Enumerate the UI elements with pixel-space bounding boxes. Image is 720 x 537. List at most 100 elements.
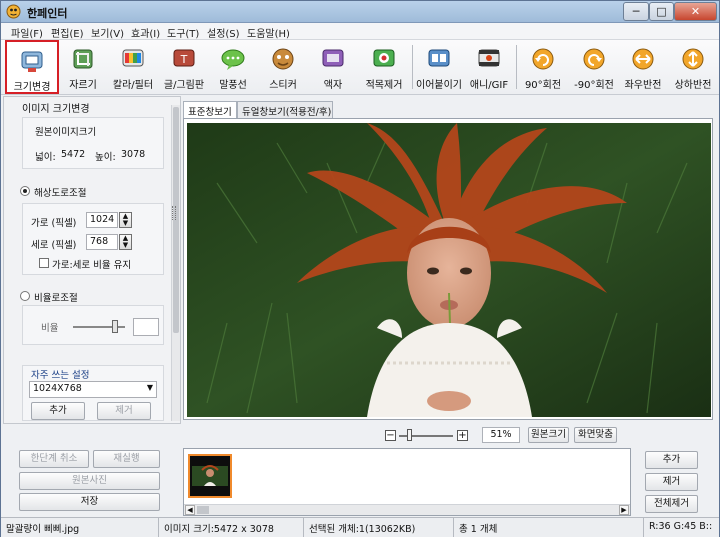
zoom-out-button[interactable]: − — [385, 430, 396, 441]
tab-standard-view[interactable]: 표준창보기 — [183, 101, 237, 119]
tool-flip-vertical[interactable]: 상하반전 — [669, 40, 717, 94]
menu-effect[interactable]: 효과(I) — [131, 25, 160, 40]
tool-label: 이어붙이기 — [416, 80, 462, 91]
preset-remove-button[interactable]: 제거 — [97, 402, 151, 420]
width-px-label: 가로 (픽셀) — [31, 218, 77, 229]
splitter-handle[interactable] — [172, 206, 176, 220]
fit-screen-button[interactable]: 화면맞춤 — [574, 427, 617, 443]
thumbnail-scroll-thumb[interactable] — [197, 506, 209, 514]
tool-resize[interactable]: 크기변경 — [5, 40, 59, 94]
presets-box: 자주 쓰는 설정 1024X768 ▼ 추가 제거 — [22, 365, 164, 421]
presets-dropdown[interactable]: 1024X768 ▼ — [29, 381, 157, 398]
maximize-button[interactable]: □ — [649, 2, 674, 21]
status-filename: 말괄량이 삐삐.jpg — [1, 518, 159, 537]
ratio-slider-label: 비율 — [41, 323, 59, 334]
tool-speech-bubble[interactable]: 말풍선 — [211, 40, 255, 94]
ratio-value-box[interactable] — [133, 318, 159, 336]
tool-red-eye[interactable]: 적목제거 — [359, 40, 409, 94]
toolbar: 크기변경 자르기 칼라/필터 T 글/그림판 말풍선 스티커 액자 적목제거 이… — [1, 40, 719, 95]
tool-color-filter[interactable]: 칼라/필터 — [107, 40, 159, 94]
thumb-remove-button[interactable]: 제거 — [645, 473, 698, 491]
zoom-slider-thumb[interactable] — [406, 429, 412, 441]
thumb-remove-all-button[interactable]: 전체제거 — [645, 495, 698, 513]
original-photo-button[interactable]: 원본사진 — [19, 472, 160, 490]
status-image-size: 이미지 크기:5472 x 3078 — [159, 518, 304, 537]
width-spinner[interactable]: ▲ ▼ — [119, 212, 132, 228]
menu-help[interactable]: 도움말(H) — [247, 25, 290, 40]
presets-title: 자주 쓰는 설정 — [31, 370, 90, 381]
tab-dual-view[interactable]: 듀얼창보기(적용전/후) — [237, 101, 333, 118]
tool-label: 좌우반전 — [624, 80, 662, 91]
thumbnail-strip: ◀ ▶ — [183, 448, 631, 516]
menu-settings[interactable]: 설정(S) — [207, 25, 240, 40]
menu-file[interactable]: 파일(F) — [11, 25, 43, 40]
crop-icon — [73, 49, 93, 69]
ratio-box: 비율 — [22, 305, 164, 345]
photo-preview — [187, 123, 711, 417]
image-viewer[interactable] — [183, 118, 713, 420]
menu-view[interactable]: 보기(V) — [91, 25, 124, 40]
thumbnail-scrollbar[interactable]: ◀ ▶ — [184, 504, 630, 515]
tool-label: 액자 — [323, 80, 343, 91]
chevron-down-icon: ▼ — [146, 383, 153, 392]
preset-add-button[interactable]: 추가 — [31, 402, 85, 420]
tool-rotate-minus-90[interactable]: -90°회전 — [570, 40, 618, 94]
thumbnail-item[interactable] — [188, 454, 232, 498]
menu-bar: 파일(F) 편집(E) 보기(V) 효과(I) 도구(T) 설정(S) 도움말(… — [1, 23, 719, 40]
original-width-label: 넓이: — [35, 152, 56, 163]
ratio-slider-thumb[interactable] — [111, 320, 118, 333]
zoom-in-button[interactable]: + — [457, 430, 468, 441]
tool-flip-horizontal[interactable]: 좌우반전 — [620, 40, 666, 94]
tool-label: 크기변경 — [13, 82, 51, 93]
scroll-right-icon[interactable]: ▶ — [619, 505, 629, 515]
window-title: 한페인터 — [27, 7, 68, 20]
undo-button[interactable]: 한단계 취소 — [19, 450, 89, 468]
svg-text:T: T — [180, 53, 188, 66]
title-bar[interactable]: 한페인터 ─ □ ✕ — [1, 1, 719, 23]
height-input[interactable]: 768 — [86, 234, 118, 250]
original-width-value: 5472 — [61, 149, 86, 160]
minimize-button[interactable]: ─ — [623, 2, 649, 21]
sticker-icon — [272, 48, 294, 70]
ratio-radio[interactable] — [20, 291, 30, 301]
presets-selected: 1024X768 — [33, 383, 82, 394]
scroll-left-icon[interactable]: ◀ — [185, 505, 195, 515]
tool-sticker[interactable]: 스티커 — [261, 40, 305, 94]
resolution-box: 가로 (픽셀) 1024 ▲ ▼ 세로 (픽셀) 768 ▲ ▼ 가로:세로 비율 … — [22, 203, 164, 275]
status-total: 총 1 개체 — [454, 518, 644, 537]
original-size-box: 원본이미지크기 넓이: 5472 높이: 3078 — [22, 117, 164, 169]
height-px-label: 세로 (픽셀) — [31, 240, 77, 251]
original-size-title: 원본이미지크기 — [35, 127, 97, 138]
toolbar-separator — [412, 45, 413, 89]
panel-scrollbar[interactable] — [171, 105, 180, 421]
resolution-radio[interactable] — [20, 186, 30, 196]
panel-scroll-thumb[interactable] — [173, 107, 179, 333]
tool-label: 스티커 — [269, 80, 297, 91]
original-size-button[interactable]: 원본크기 — [528, 427, 569, 443]
tool-label: 글/그림판 — [163, 80, 205, 91]
tool-merge[interactable]: 이어붙이기 — [414, 40, 464, 94]
tool-label: 적목제거 — [365, 80, 403, 91]
original-height-value: 3078 — [121, 149, 146, 160]
menu-edit[interactable]: 편집(E) — [51, 25, 84, 40]
zoom-value: 51% — [482, 427, 520, 443]
gif-icon — [478, 49, 500, 67]
close-button[interactable]: ✕ — [674, 2, 717, 21]
tool-crop[interactable]: 자르기 — [61, 40, 105, 94]
tool-frame[interactable]: 액자 — [311, 40, 355, 94]
redo-button[interactable]: 재실행 — [93, 450, 160, 468]
tool-rotate-90[interactable]: 90°회전 — [520, 40, 566, 94]
width-input[interactable]: 1024 — [86, 212, 118, 228]
thumb-add-button[interactable]: 추가 — [645, 451, 698, 469]
resolution-label: 해상도로조절 — [34, 188, 87, 199]
keep-ratio-checkbox[interactable] — [39, 258, 49, 268]
menu-tools[interactable]: 도구(T) — [167, 25, 199, 40]
tool-text-paint[interactable]: T 글/그림판 — [161, 40, 207, 94]
resize-panel: 이미지 크기변경 원본이미지크기 넓이: 5472 높이: 3078 해상도로조… — [3, 96, 181, 424]
tool-label: 90°회전 — [524, 80, 562, 91]
tool-label: 상하반전 — [674, 80, 712, 91]
tool-gif[interactable]: 애니/GIF — [466, 40, 512, 94]
status-bar: 말괄량이 삐삐.jpg 이미지 크기:5472 x 3078 선택된 개체:1(… — [1, 517, 719, 537]
save-button[interactable]: 저장 — [19, 493, 160, 511]
height-spinner[interactable]: ▲ ▼ — [119, 234, 132, 250]
